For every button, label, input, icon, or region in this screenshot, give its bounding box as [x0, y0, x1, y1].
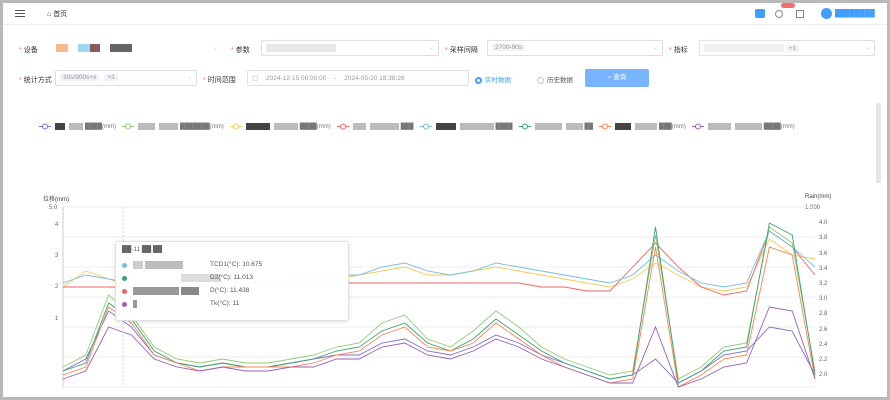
series-dot [122, 275, 127, 281]
series-dot [122, 262, 127, 268]
tooltip-row: TCD1(°C): 10.675 [122, 261, 342, 274]
series-dot [122, 301, 127, 307]
tooltip-row: D2(°C): 11.013 [122, 274, 342, 287]
series-dot [122, 288, 127, 294]
app-window: ⌂ 首页 ████████ * 设备 ⌄ * 参数 ⌄ * 采样间隔 2700-90s… [3, 3, 887, 397]
line-chart [62, 206, 816, 388]
tooltip-row: D(°C): 11.438 [122, 287, 342, 300]
chart-tooltip: ██-11 ██:██ TCD1(°C): 10.675 D2(°C): 11.… [115, 241, 349, 321]
tooltip-row: Tk(°C): 11 [122, 300, 342, 313]
tooltip-title: ██-11 ██:██ [122, 246, 163, 253]
